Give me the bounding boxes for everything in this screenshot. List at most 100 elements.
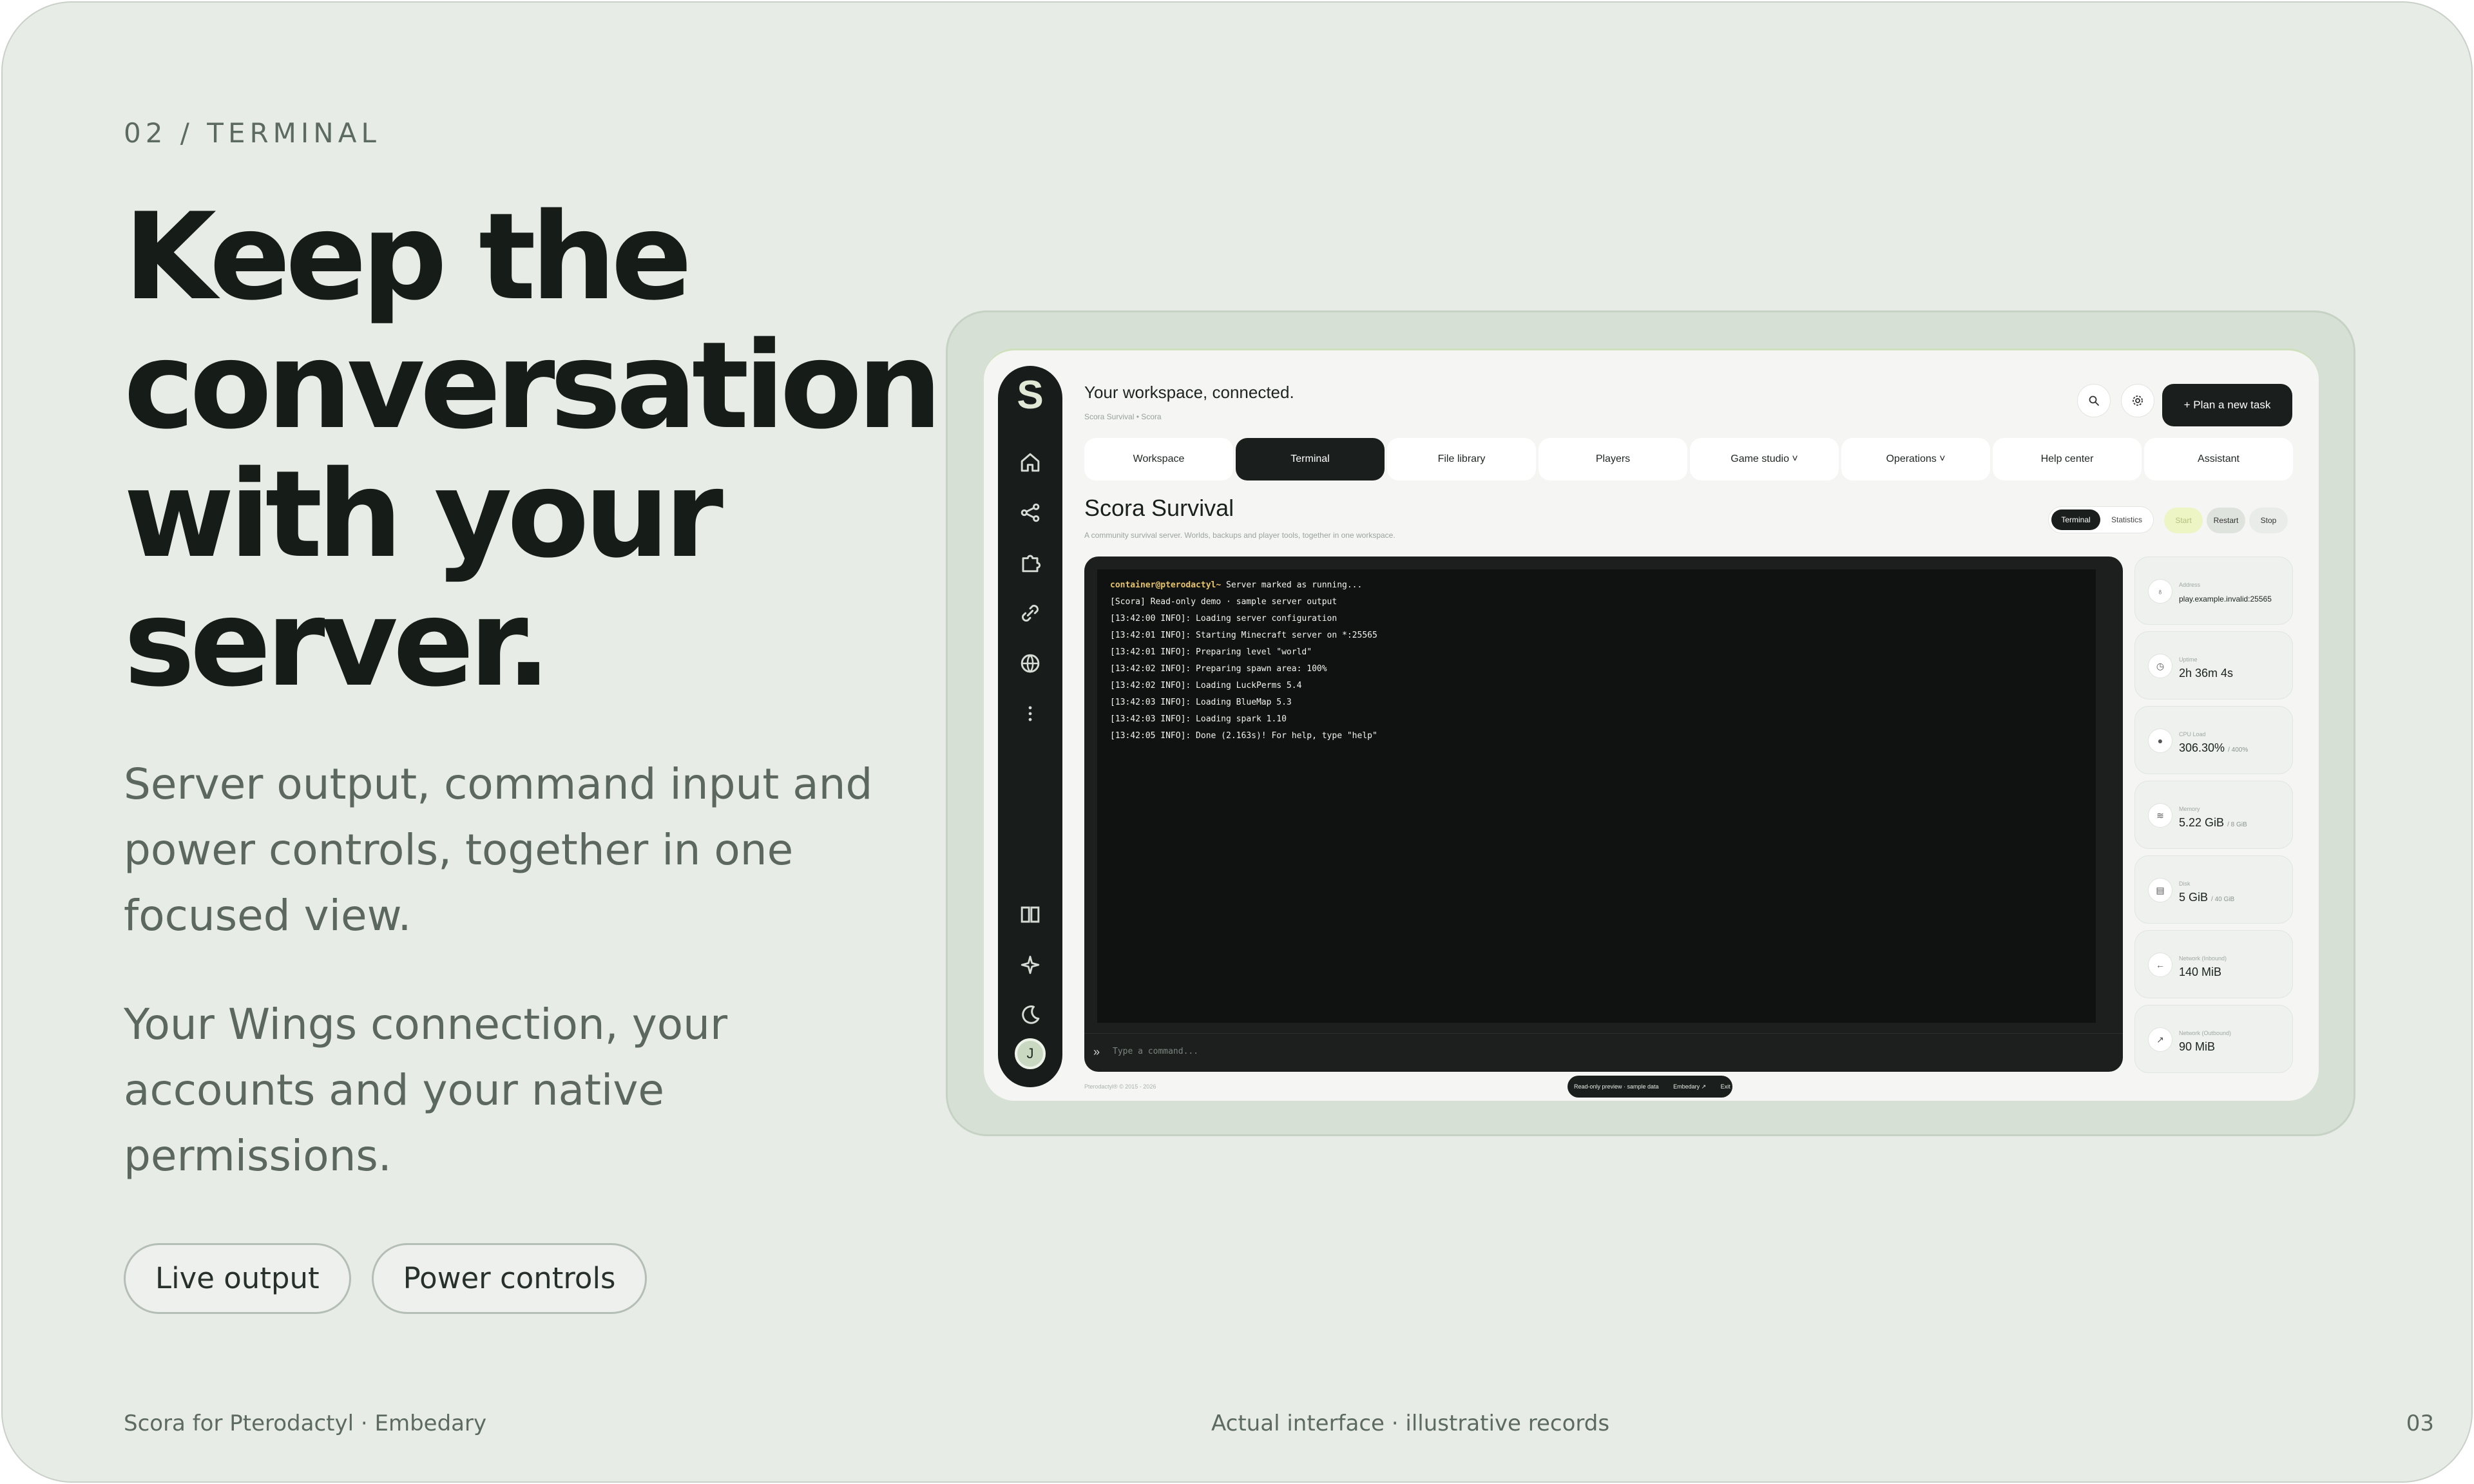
stat-value: 306.30% [2179,741,2225,754]
stat-uptime: ◷ Uptime 2h 36m 4s [2134,631,2293,699]
terminal-line: [13:42:03 INFO]: Loading spark 1.10 [1110,714,1287,724]
embedary-link[interactable]: Embedary ↗ [1673,1083,1706,1090]
command-input[interactable]: » Type a command... [1084,1033,2123,1072]
tab-workspace[interactable]: Workspace [1084,438,1233,480]
terminal-line: [13:42:01 INFO]: Starting Minecraft serv… [1110,631,1377,640]
terminal-line: container@pterodactyl~ Server marked as … [1110,577,1362,594]
terminal-line: [13:42:01 INFO]: Preparing level "world" [1110,647,1312,657]
cpu-icon: ● [2148,728,2172,753]
feature-chips: Live output Power controls [124,1243,647,1314]
book-icon[interactable] [1016,900,1044,929]
chip-live-output: Live output [124,1243,351,1314]
stat-value-row: 5.22 GiB / 8 GiB [2179,816,2247,830]
home-icon[interactable] [1016,448,1044,477]
search-icon [2089,395,2099,406]
arrow-left-icon: ← [2148,953,2172,977]
tab-terminal[interactable]: Terminal [1236,438,1385,480]
tab-operations[interactable]: Operations ˅ [1841,438,1990,480]
main-tabs: Workspace Terminal File library Players … [1084,438,2293,480]
slide: 02 / TERMINAL Keep the conversation with… [1,1,2473,1483]
more-icon[interactable] [1016,699,1044,728]
page-number: 03 [2406,1411,2434,1436]
breadcrumb[interactable]: Scora Survival • Scora [1084,412,1162,421]
app-window: S J Your workspace, connected. Scora Sur… [984,348,2319,1101]
hero-title-line: Keep the [124,187,693,327]
stat-label: Disk [2179,880,2191,887]
tab-file-library[interactable]: File library [1387,438,1536,480]
stat-value-row: 306.30% / 400% [2179,741,2248,755]
stat-disk: ▤ Disk 5 GiB / 40 GiB [2134,855,2293,924]
preview-frame: S J Your workspace, connected. Scora Sur… [946,310,2355,1136]
stat-value: 5.22 GiB [2179,816,2225,829]
hero-paragraph-1: Server output, command input and power c… [124,759,873,940]
stat-label: Uptime [2179,656,2198,663]
stat-value: 2h 36m 4s [2179,667,2234,680]
stat-max: / 40 GiB [2211,896,2235,903]
search-button[interactable] [2077,384,2111,417]
tab-players[interactable]: Players [1539,438,1687,480]
demo-pill-text: Read-only preview · sample data [1574,1083,1659,1090]
server-subtitle: A community survival server. Worlds, bac… [1084,531,1395,540]
terminal-line: [13:42:02 INFO]: Loading LuckPerms 5.4 [1110,681,1302,690]
terminal-output[interactable]: container@pterodactyl~ Server marked as … [1097,569,2096,1023]
tab-help-center[interactable]: Help center [1993,438,2142,480]
demo-pill: Read-only preview · sample data Embedary… [1568,1076,1732,1098]
terminal-line: [13:42:02 INFO]: Preparing spawn area: 1… [1110,664,1327,674]
stat-value: 5 GiB [2179,891,2209,904]
stat-network-outbound: ↗ Network (Outbound) 90 MiB [2134,1005,2293,1073]
settings-button[interactable] [2121,384,2154,417]
footer-brand: Scora for Pterodactyl · Embedary [124,1411,487,1436]
stat-label: Address [2179,582,2201,588]
avatar[interactable]: J [1015,1038,1046,1069]
tab-game-studio[interactable]: Game studio ˅ [1690,438,1839,480]
stat-label: Network (Inbound) [2179,955,2227,962]
stat-address: ♁ Address play.example.invalid:25565 [2134,556,2293,625]
stat-label: CPU Load [2179,731,2206,737]
moon-icon[interactable] [1016,1001,1044,1029]
terminal-line: [13:42:00 INFO]: Loading server configur… [1110,614,1338,623]
hero-paragraph-2: Your Wings connection, your accounts and… [124,1000,728,1181]
terminal-prompt: container@pterodactyl~ [1110,580,1222,590]
share-icon[interactable] [1016,499,1044,527]
sidebar-rail: S J [998,366,1062,1087]
stat-network-inbound: ← Network (Inbound) 140 MiB [2134,930,2293,998]
hero-title-line: conversation [124,316,943,455]
sparkle-icon[interactable] [1016,951,1044,979]
hero-title-line: with your [124,444,724,584]
exit-link[interactable]: Exit [1721,1083,1731,1090]
link-icon[interactable] [1016,599,1044,627]
toggle-terminal[interactable]: Terminal [2051,509,2100,530]
stat-label: Network (Outbound) [2179,1030,2232,1036]
toggle-statistics[interactable]: Statistics [2103,509,2151,530]
clock-icon: ◷ [2148,654,2172,678]
mic-icon: ♁ [2148,579,2172,604]
stat-value[interactable]: play.example.invalid:25565 [2179,595,2272,604]
terminal: container@pterodactyl~ Server marked as … [1084,556,2123,1072]
archive-icon: ▤ [2148,878,2172,902]
chevrons-right-icon: » [1093,1045,1100,1058]
globe-icon[interactable] [1016,649,1044,678]
plan-task-button[interactable]: + Plan a new task [2162,384,2292,426]
view-toggle: Terminal Statistics [2048,506,2154,533]
footer-note: Actual interface · illustrative records [1211,1411,1610,1436]
terminal-line: [13:42:03 INFO]: Loading BlueMap 5.3 [1110,698,1292,707]
layers-icon: ≋ [2148,803,2172,828]
logo[interactable]: S [1012,376,1048,415]
arrow-up-right-icon: ↗ [2148,1027,2172,1052]
gear-icon [2133,395,2143,406]
terminal-line-text: Server marked as running... [1221,580,1363,590]
stat-memory: ≋ Memory 5.22 GiB / 8 GiB [2134,781,2293,849]
restart-button[interactable]: Restart [2207,508,2245,533]
workspace-title: Your workspace, connected. [1084,383,1294,402]
tab-assistant[interactable]: Assistant [2144,438,2293,480]
stat-label: Memory [2179,806,2200,812]
stat-cpu: ● CPU Load 306.30% / 400% [2134,706,2293,774]
command-placeholder: Type a command... [1113,1047,1199,1056]
section-eyebrow: 02 / TERMINAL [124,117,381,149]
puzzle-icon[interactable] [1016,549,1044,577]
app-footer-note: Pterodactyl® © 2015 - 2026 [1084,1083,1156,1090]
start-button[interactable]: Start [2164,508,2203,533]
stop-button[interactable]: Stop [2249,508,2288,533]
stat-value-row: 5 GiB / 40 GiB [2179,891,2234,904]
hero-title-line: server. [124,573,551,713]
